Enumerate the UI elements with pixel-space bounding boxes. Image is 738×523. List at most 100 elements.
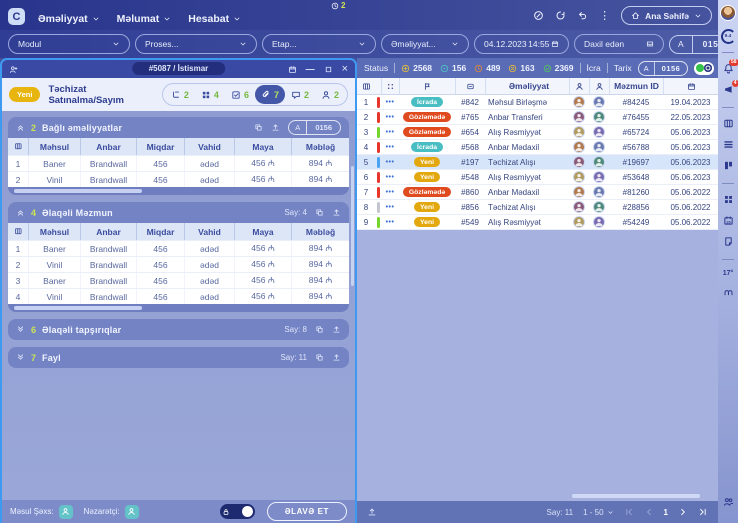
operation-row[interactable]: 4•••İcrada#568Anbar Mədaxil#5678805.06.2… [357, 140, 718, 155]
horizontal-scrollbar[interactable] [14, 189, 142, 193]
maximize-icon[interactable] [324, 65, 333, 74]
next-page-icon[interactable] [678, 507, 688, 517]
column-header[interactable]: Məbləğ [291, 138, 349, 155]
responsible-user-chip[interactable] [59, 505, 73, 519]
filter-dropdown-2[interactable]: Etap... [262, 34, 376, 54]
vertical-scrollbar[interactable] [351, 166, 354, 286]
entry-input[interactable]: Daxil edən [574, 34, 664, 54]
temperature-widget[interactable]: 17° [723, 270, 734, 277]
column-header[interactable]: Miqdar [136, 223, 184, 240]
avatar[interactable] [573, 96, 585, 108]
page-size-select[interactable]: 1 - 50 [583, 508, 613, 517]
filter-dropdown-1[interactable]: Proses... [135, 34, 257, 54]
avatar[interactable] [593, 186, 605, 198]
row-menu[interactable]: ••• [381, 155, 399, 169]
section-header[interactable]: 7FaylSay: 11 [8, 347, 349, 368]
record-tab-clip[interactable]: 7 [255, 85, 285, 104]
current-page[interactable]: 1 [664, 508, 668, 517]
columns-view-button[interactable] [723, 118, 734, 129]
column-header[interactable]: Məbləğ [291, 223, 349, 240]
operation-row[interactable]: 1•••İcrada#842Məhsul Birləşmə#8424519.04… [357, 95, 718, 110]
operation-row[interactable]: 9•••Yeni#549Alış Rəsmiyyət#5424905.06.20… [357, 215, 718, 230]
copy-icon[interactable] [315, 353, 324, 362]
status-counter-1[interactable]: 156 [440, 63, 466, 73]
undo-icon[interactable] [577, 10, 588, 21]
user-avatar[interactable] [720, 5, 736, 21]
avatar[interactable] [573, 141, 585, 153]
row-menu[interactable]: ••• [381, 200, 399, 214]
operation-row[interactable]: 3•••Gözləmədə#654Alış Rəsmiyyət#6572405.… [357, 125, 718, 140]
upload-icon[interactable] [332, 325, 341, 334]
status-column-icon[interactable] [423, 82, 432, 91]
app-logo[interactable]: C [8, 8, 25, 25]
board-view-button[interactable] [723, 160, 734, 171]
first-page-icon[interactable] [624, 507, 634, 517]
menu-əməliyyat[interactable]: Əməliyyat [38, 13, 100, 25]
avatar[interactable] [573, 216, 585, 228]
column-header[interactable]: Anbar [80, 138, 136, 155]
column-header-icon[interactable] [8, 138, 28, 155]
filter-dropdown-3[interactable]: Əməliyyat... [381, 34, 469, 54]
status-counter-4[interactable]: 2369 [543, 63, 574, 73]
avatar[interactable] [593, 126, 605, 138]
operation-row[interactable]: 6•••Yeni#548Alış Rəsmiyyət#5364805.06.20… [357, 170, 718, 185]
operation-row[interactable]: 7•••Gözləmədə#860Anbar Mədaxil#8126005.0… [357, 185, 718, 200]
user-column-icon[interactable] [595, 82, 604, 91]
column-header-icon[interactable] [8, 223, 28, 240]
avatar[interactable] [573, 156, 585, 168]
section-header[interactable]: 2Bağlı əməliyyatlarA0156 [8, 117, 349, 138]
avatar[interactable] [593, 216, 605, 228]
export-icon[interactable] [367, 507, 377, 517]
row-menu[interactable]: ••• [381, 185, 399, 199]
table-row[interactable]: 1BanerBrandwall456ədəd456 ₼894 ₼ [8, 155, 349, 171]
table-row[interactable]: 1BanerBrandwall456ədəd456 ₼894 ₼ [8, 240, 349, 256]
avatar[interactable] [573, 126, 585, 138]
column-header[interactable]: Anbar [80, 223, 136, 240]
add-button[interactable]: ƏLAVƏ ET [267, 502, 347, 521]
upload-icon[interactable] [271, 123, 280, 132]
horizontal-scrollbar[interactable] [572, 494, 700, 498]
column-header[interactable]: Məhsul [28, 138, 80, 155]
record-tab-user[interactable]: 2 [315, 85, 345, 104]
code-badge[interactable]: A 0156 [638, 61, 689, 76]
record-tab-chat[interactable]: 2 [285, 85, 315, 104]
column-header[interactable]: Maya [234, 223, 291, 240]
row-menu[interactable]: ••• [381, 215, 399, 229]
row-menu[interactable]: ••• [381, 140, 399, 154]
home-button[interactable]: Ana Səhifə [621, 6, 712, 25]
view-toggle[interactable] [694, 62, 714, 75]
status-counter-0[interactable]: 2568 [401, 63, 432, 73]
status-counter-3[interactable]: 163 [508, 63, 534, 73]
record-tab-tree[interactable]: 2 [165, 85, 195, 104]
lock-toggle[interactable] [220, 504, 255, 519]
copy-icon[interactable] [315, 208, 324, 217]
menu-hesabat[interactable]: Hesabat [188, 13, 241, 25]
table-row[interactable]: 2VinilBrandwall456ədəd456 ₼894 ₼ [8, 256, 349, 272]
columns-icon[interactable] [362, 82, 371, 91]
prev-page-icon[interactable] [644, 507, 654, 517]
close-icon[interactable]: × [342, 63, 348, 75]
table-row[interactable]: 2VinilBrandwall456ədəd456 ₼894 ₼ [8, 171, 349, 187]
record-tab-checksq[interactable]: 6 [225, 85, 255, 104]
weather-icon[interactable] [723, 287, 734, 298]
date-picker[interactable]: 04.12.2023 14:55 [474, 34, 569, 54]
last-page-icon[interactable] [698, 507, 708, 517]
copy-icon[interactable] [315, 325, 324, 334]
section-header[interactable]: 6Əlaqəli tapşırıqlarSay: 8 [8, 319, 349, 340]
supervisor-user-chip[interactable] [125, 505, 139, 519]
calendar-button[interactable]: 26 [723, 215, 734, 226]
icra-filter[interactable]: İcra [587, 63, 601, 73]
table-row[interactable]: 4VinilBrandwall456ədəd456 ₼894 ₼ [8, 288, 349, 304]
copy-icon[interactable] [254, 123, 263, 132]
notifications-button[interactable]: 58 [723, 63, 734, 74]
avatar[interactable] [593, 111, 605, 123]
user-column-icon[interactable] [575, 82, 584, 91]
upload-icon[interactable] [332, 353, 341, 362]
section-header[interactable]: 4Əlaqəli MəzmunSay: 4 [8, 202, 349, 223]
operation-row[interactable]: 5•••Yeni#197Təchizat Alışı#1969705.06.20… [357, 155, 718, 170]
menu-məlumat[interactable]: Məlumat [117, 13, 172, 25]
id-column-icon[interactable] [466, 82, 475, 91]
people-button[interactable] [723, 496, 734, 507]
date-column-icon[interactable] [687, 82, 696, 91]
operation-row[interactable]: 2•••Gözləmədə#765Anbar Transferi#7645522… [357, 110, 718, 125]
